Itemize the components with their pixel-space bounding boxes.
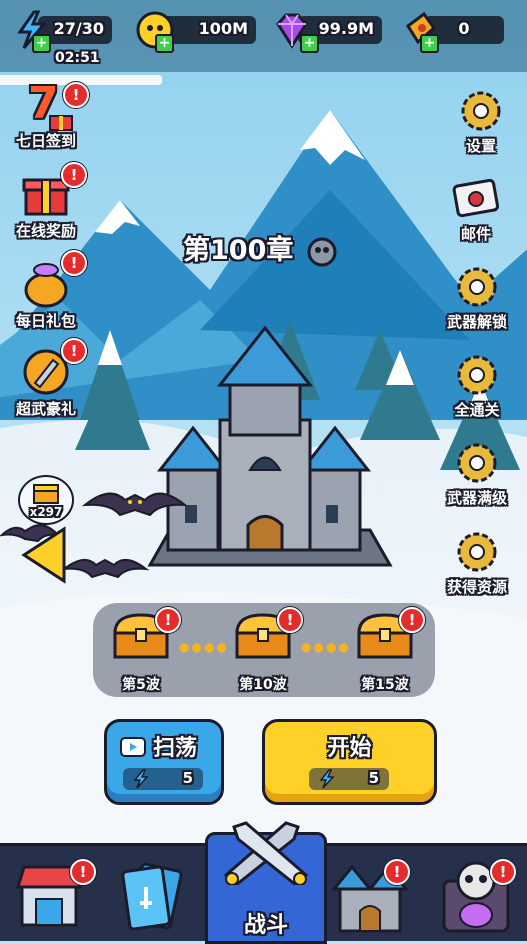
- start-label: 开始: [327, 736, 372, 761]
- chapter-title-text: 第100章: [183, 235, 294, 266]
- notification-badge: !: [61, 338, 87, 364]
- notification-badge: !: [63, 82, 89, 108]
- online-reward-label: 在线奖励: [15, 222, 76, 240]
- notification-badge: !: [277, 607, 303, 633]
- sweep-cost: 5: [123, 768, 203, 790]
- side-chest-count: x297: [29, 505, 63, 519]
- get-resources-label: 获得资源: [446, 578, 507, 596]
- nav-battle-label: 战斗: [243, 913, 288, 938]
- seven-day-checkin-button[interactable]: 7 七日签到 !: [5, 78, 89, 151]
- tv-icon: [120, 737, 146, 757]
- add-tickets-button[interactable]: +: [420, 34, 439, 53]
- super-weapon-pack-button[interactable]: 超武豪礼 !: [5, 338, 87, 419]
- cards-icon: [121, 862, 183, 931]
- chapter-title: 第100章: [183, 228, 337, 267]
- notification-badge: !: [155, 607, 181, 633]
- start-cost: 5: [309, 768, 389, 790]
- get-resources-button[interactable]: 获得资源: [436, 528, 518, 597]
- daily-pack-button[interactable]: 每日礼包 !: [5, 250, 87, 331]
- add-coins-button[interactable]: +: [155, 34, 174, 53]
- wave-rewards-panel: ! ●●●● 第5波 ! ●●●● 第10波 ! 第15波: [93, 603, 435, 697]
- crossed-swords-icon: [223, 821, 309, 885]
- sweep-label: 扫荡: [153, 736, 198, 761]
- previous-chapter-arrow[interactable]: [18, 525, 68, 585]
- wave-5-label: 第5波: [122, 677, 160, 693]
- add-energy-button[interactable]: +: [32, 34, 51, 53]
- notification-badge: !: [384, 859, 410, 885]
- notification-badge: !: [490, 859, 516, 885]
- super-weapon-pack-label: 超武豪礼: [15, 400, 76, 418]
- nav-skull-portal[interactable]: !: [436, 857, 516, 937]
- lightning-icon: [133, 769, 149, 789]
- sweep-cost-value: 5: [182, 769, 193, 787]
- mail-label: 邮件: [460, 225, 491, 243]
- start-cost-value: 5: [368, 769, 379, 787]
- energy-timer: 02:51: [55, 50, 100, 66]
- progress-dots: ●●●●: [301, 640, 351, 654]
- mail-button[interactable]: 邮件: [435, 175, 517, 244]
- add-gems-button[interactable]: +: [300, 34, 319, 53]
- daily-pack-label: 每日礼包: [15, 312, 76, 330]
- weapon-unlock-button[interactable]: 武器解锁: [436, 263, 518, 332]
- notification-badge: !: [399, 607, 425, 633]
- gift-box-icon: [49, 115, 73, 131]
- notification-badge: !: [61, 250, 87, 276]
- gear-icon: [461, 91, 501, 131]
- nav-shop[interactable]: !: [14, 857, 96, 937]
- nav-battle[interactable]: 战斗: [205, 821, 327, 944]
- bat-enemy: [60, 558, 150, 579]
- clear-all-label: 全通关: [454, 401, 500, 419]
- start-button[interactable]: 开始 5: [262, 719, 437, 805]
- nav-castle[interactable]: !: [330, 857, 410, 937]
- castle-image[interactable]: [140, 320, 400, 580]
- settings-label: 设置: [465, 137, 496, 155]
- clear-all-button[interactable]: 全通关: [436, 351, 518, 420]
- wave-15-label: 第15波: [361, 677, 409, 693]
- side-chest-button[interactable]: x297: [18, 475, 74, 525]
- notification-badge: !: [61, 162, 87, 188]
- notification-badge: !: [70, 859, 96, 885]
- weapon-unlock-label: 武器解锁: [446, 313, 507, 331]
- wave-10-label: 第10波: [239, 677, 287, 693]
- gear-icon: [457, 532, 497, 572]
- max-weapon-level-button[interactable]: 武器满级: [436, 439, 518, 508]
- online-reward-button[interactable]: 在线奖励 !: [5, 162, 87, 241]
- treasure-chest-icon: [33, 484, 59, 504]
- sweep-button[interactable]: 扫荡 5: [104, 719, 224, 805]
- max-weapon-level-label: 武器满级: [446, 489, 507, 507]
- gear-icon: [457, 267, 497, 307]
- gear-icon: [457, 443, 497, 483]
- mail-icon: [452, 178, 499, 218]
- lightning-icon: [319, 769, 335, 789]
- bat-enemy: [81, 492, 189, 517]
- nav-cards[interactable]: [118, 857, 198, 937]
- gear-icon: [457, 355, 497, 395]
- skull-icon: [307, 237, 337, 266]
- settings-button[interactable]: 设置: [440, 87, 522, 156]
- progress-dots: ●●●●: [179, 640, 229, 654]
